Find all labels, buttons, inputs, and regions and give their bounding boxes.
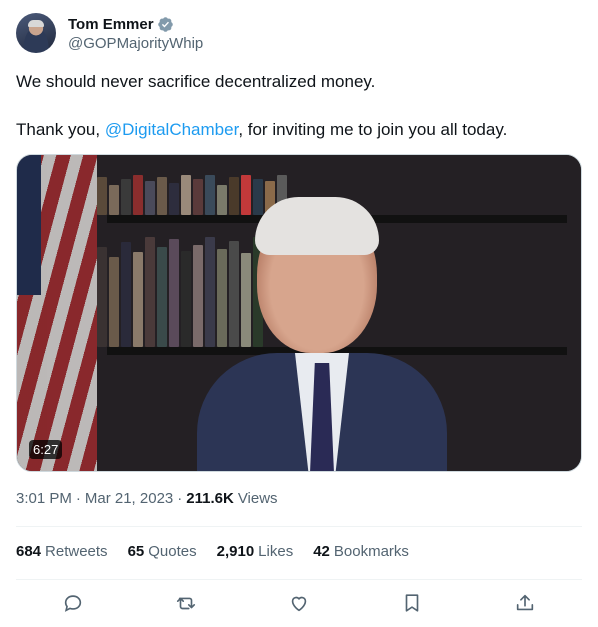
like-icon <box>291 596 307 612</box>
user-info: Tom Emmer @GOPMajorityWhip <box>68 14 203 53</box>
tweet-date[interactable]: Mar 21, 2023 <box>85 490 173 507</box>
divider-top <box>16 526 582 527</box>
likes-count: 2,910 <box>216 543 255 560</box>
tweet-time[interactable]: 3:01 PM <box>16 490 72 507</box>
views-label: Views <box>237 490 278 507</box>
verified-badge-icon[interactable] <box>157 16 174 33</box>
action-bar <box>16 591 582 615</box>
tweet-header: Tom Emmer @GOPMajorityWhip <box>16 12 203 54</box>
tweet-line-1: We should never sacrifice decentralized … <box>16 72 376 91</box>
meta-separator-1: · <box>75 490 81 507</box>
retweet-icon <box>176 597 195 610</box>
engagement-stats: 684 Retweets 65 Quotes 2,910 Likes 42 Bo… <box>16 543 429 560</box>
bookmarks-count: 42 <box>313 543 330 560</box>
mention-link[interactable]: @DigitalChamber <box>105 120 238 139</box>
views-count: 211.6K <box>186 490 234 507</box>
tweet-line-2: Thank you, @DigitalChamber, for inviting… <box>16 118 582 142</box>
likes-label: Likes <box>258 543 294 560</box>
share-button[interactable] <box>513 591 537 615</box>
author-name[interactable]: Tom Emmer <box>68 16 154 33</box>
speaker <box>197 193 447 471</box>
name-row: Tom Emmer <box>68 14 203 34</box>
meta-separator-2: · <box>177 490 183 507</box>
video-duration: 6:27 <box>29 440 63 459</box>
tweet-text: We should never sacrifice decentralized … <box>16 70 582 142</box>
share-icon <box>517 594 534 611</box>
bookmark-button[interactable] <box>400 591 424 615</box>
tweet-meta: 3:01 PM · Mar 21, 2023 · 211.6K Views <box>16 490 278 507</box>
retweets-stat[interactable]: 684 Retweets <box>16 543 108 560</box>
retweet-button[interactable] <box>174 591 198 615</box>
tweet-line-2-suffix: , for inviting me to join you all today. <box>238 120 508 139</box>
tweet-line-2-prefix: Thank you, <box>16 120 105 139</box>
avatar[interactable] <box>16 13 56 53</box>
reply-icon <box>64 595 81 612</box>
quotes-count: 65 <box>127 543 145 560</box>
bookmarks-label: Bookmarks <box>333 543 409 560</box>
retweets-label: Retweets <box>45 543 108 560</box>
divider-bottom <box>16 579 582 580</box>
retweets-count: 684 <box>16 543 42 560</box>
likes-stat[interactable]: 2,910 Likes <box>217 543 294 560</box>
author-handle[interactable]: @GOPMajorityWhip <box>68 35 203 52</box>
like-button[interactable] <box>287 591 311 615</box>
reply-button[interactable] <box>61 591 85 615</box>
flag-canton <box>17 155 41 295</box>
bookmark-icon <box>405 594 419 612</box>
bookmarks-stat[interactable]: 42 Bookmarks <box>313 543 409 560</box>
video-player[interactable]: 6:27 <box>16 154 582 472</box>
quotes-label: Quotes <box>148 543 197 560</box>
quotes-stat[interactable]: 65 Quotes <box>128 543 197 560</box>
